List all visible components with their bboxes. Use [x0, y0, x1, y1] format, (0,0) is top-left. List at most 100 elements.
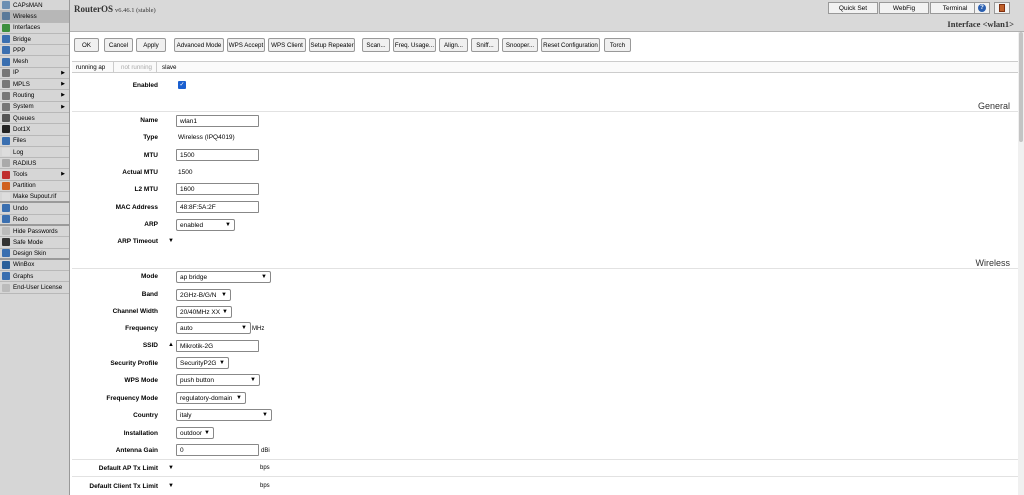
- antenna-gain-input[interactable]: 0: [176, 444, 259, 456]
- wps-accept-button[interactable]: WPS Accept: [227, 38, 265, 52]
- expand-arp-timeout-icon[interactable]: ▼: [168, 238, 174, 244]
- ssid-label: SSID: [142, 342, 158, 349]
- country-select[interactable]: italy ▼: [176, 409, 272, 421]
- help-icon: ?: [978, 4, 986, 12]
- sidebar-item-label: Bridge: [13, 35, 31, 43]
- expand-client-tx-limit-icon[interactable]: ▼: [168, 483, 174, 489]
- sidebar-item-ip[interactable]: IP ▶: [0, 68, 69, 80]
- sidebar-item-mesh[interactable]: Mesh: [0, 56, 69, 68]
- sidebar-item-label: Safe Mode: [13, 238, 43, 246]
- default-ap-tx-limit-label: Default AP Tx Limit: [98, 465, 158, 472]
- sidebar-item-label: Hide Passwords: [13, 227, 58, 235]
- mtu-input[interactable]: 1500: [176, 149, 259, 161]
- sidebar-item-label: Log: [13, 148, 24, 156]
- partition-icon: [2, 181, 10, 190]
- expand-ap-tx-limit-icon[interactable]: ▼: [168, 465, 174, 471]
- sidebar-item-label: Undo: [13, 204, 28, 212]
- frequency-mode-select-value: regulatory-domain: [180, 394, 233, 402]
- sidebar-menu: CAPsMAN Wireless Interfaces Bridge PPP Mesh IP…: [0, 0, 70, 495]
- help-button[interactable]: ?: [974, 2, 990, 14]
- mode-select[interactable]: ap bridge ▼: [176, 271, 271, 283]
- sidebar-item-winbox[interactable]: WinBox: [0, 260, 69, 272]
- align-button[interactable]: Align...: [439, 38, 468, 52]
- channel-width-label: Channel Width: [112, 308, 158, 315]
- sidebar-item-label: PPP: [13, 46, 26, 54]
- advanced-mode-button[interactable]: Advanced Mode: [174, 38, 224, 52]
- page-title: Interface <wlan1>: [947, 19, 1014, 29]
- arp-select[interactable]: enabled ▼: [176, 219, 235, 231]
- enabled-label: Enabled: [132, 82, 158, 89]
- ok-button[interactable]: OK: [74, 38, 99, 52]
- frequency-mode-select[interactable]: regulatory-domain ▼: [176, 392, 246, 404]
- wps-client-button[interactable]: WPS Client: [268, 38, 306, 52]
- section-general-header: General: [977, 101, 1010, 111]
- mac-address-input[interactable]: 48:8F:5A:2F: [176, 201, 259, 213]
- band-select[interactable]: 2GHz-B/G/N ▼: [176, 289, 231, 301]
- security-profile-select[interactable]: SecurityP2G ▼: [176, 357, 229, 369]
- frequency-select-value: auto: [180, 324, 193, 332]
- chevron-right-icon: ▶: [61, 69, 65, 76]
- reset-configuration-button[interactable]: Reset Configuration: [541, 38, 600, 52]
- chevron-down-icon: ▼: [262, 412, 268, 418]
- chevron-down-icon: ▼: [241, 325, 247, 331]
- radius-icon: [2, 159, 10, 168]
- setup-repeater-button[interactable]: Setup Repeater: [309, 38, 355, 52]
- terminal-button[interactable]: Terminal: [930, 2, 980, 14]
- sidebar-item-label: Tools: [13, 171, 28, 179]
- chevron-down-icon: ▼: [204, 430, 210, 436]
- enabled-checkbox[interactable]: ✓: [178, 81, 186, 89]
- chevron-down-icon: ▼: [236, 395, 242, 401]
- system-icon: [2, 102, 10, 111]
- sidebar-item-capsman[interactable]: CAPsMAN: [0, 0, 69, 12]
- sidebar-item-ppp[interactable]: PPP: [0, 45, 69, 57]
- type-label: Type: [143, 134, 158, 141]
- frequency-label: Frequency: [125, 325, 158, 332]
- arp-timeout-label: ARP Timeout: [117, 238, 158, 245]
- snooper-button[interactable]: Snooper...: [502, 38, 538, 52]
- capsman-icon: [2, 1, 10, 10]
- status-not-running: not running: [117, 62, 157, 72]
- collapse-ssid-icon[interactable]: ▲: [168, 342, 174, 348]
- ssid-input[interactable]: Mikrotik-2G: [176, 340, 259, 352]
- security-profile-select-value: SecurityP2G: [180, 359, 217, 367]
- scrollbar[interactable]: [1018, 32, 1024, 495]
- sidebar-item-radius[interactable]: RADIUS: [0, 158, 69, 170]
- sniff-button[interactable]: Sniff...: [471, 38, 499, 52]
- channel-width-select[interactable]: 20/40MHz XX ▼: [176, 306, 232, 318]
- apply-button[interactable]: Apply: [136, 38, 166, 52]
- channel-width-select-value: 20/40MHz XX: [180, 308, 221, 316]
- chevron-down-icon: ▼: [222, 309, 228, 315]
- actual-mtu-value: 1500: [178, 169, 193, 176]
- installation-select[interactable]: outdoor ▼: [176, 427, 214, 439]
- mesh-icon: [2, 57, 10, 66]
- save-button[interactable]: [994, 2, 1010, 14]
- scrollbar-thumb[interactable]: [1019, 32, 1023, 142]
- sidebar-item-interfaces[interactable]: Interfaces: [0, 23, 69, 34]
- l2mtu-input[interactable]: 1600: [176, 183, 259, 195]
- divider: [72, 111, 1018, 112]
- scan-button[interactable]: Scan...: [362, 38, 390, 52]
- sidebar-item-label: Mesh: [13, 58, 29, 66]
- torch-button[interactable]: Torch: [604, 38, 631, 52]
- cancel-button[interactable]: Cancel: [104, 38, 133, 52]
- wps-mode-select[interactable]: push button ▼: [176, 374, 260, 386]
- sidebar-item-system[interactable]: System ▶: [0, 102, 69, 113]
- webfig-button[interactable]: WebFig: [879, 2, 929, 14]
- frequency-unit: MHz: [252, 326, 265, 332]
- name-input[interactable]: wlan1: [176, 115, 259, 127]
- antenna-gain-unit: dBi: [261, 448, 270, 454]
- sidebar-item-design-skin[interactable]: Design Skin: [0, 249, 69, 260]
- ip-icon: [2, 68, 10, 77]
- divider: [72, 459, 1018, 460]
- sidebar-item-label: End-User License: [13, 284, 63, 292]
- frequency-select[interactable]: auto ▼: [176, 322, 251, 334]
- quick-set-button[interactable]: Quick Set: [828, 2, 878, 14]
- sidebar-item-bridge[interactable]: Bridge: [0, 34, 69, 46]
- freq-usage-button[interactable]: Freq. Usage...: [393, 38, 436, 52]
- sidebar-item-make-supout-rif[interactable]: Make Supout.rif: [0, 192, 69, 204]
- sidebar-item-routing[interactable]: Routing ▶: [0, 90, 69, 102]
- antenna-gain-label: Antenna Gain: [115, 447, 158, 454]
- sidebar-item-wireless[interactable]: Wireless: [0, 11, 69, 23]
- arp-label: ARP: [144, 221, 158, 228]
- security-profile-label: Security Profile: [110, 360, 158, 367]
